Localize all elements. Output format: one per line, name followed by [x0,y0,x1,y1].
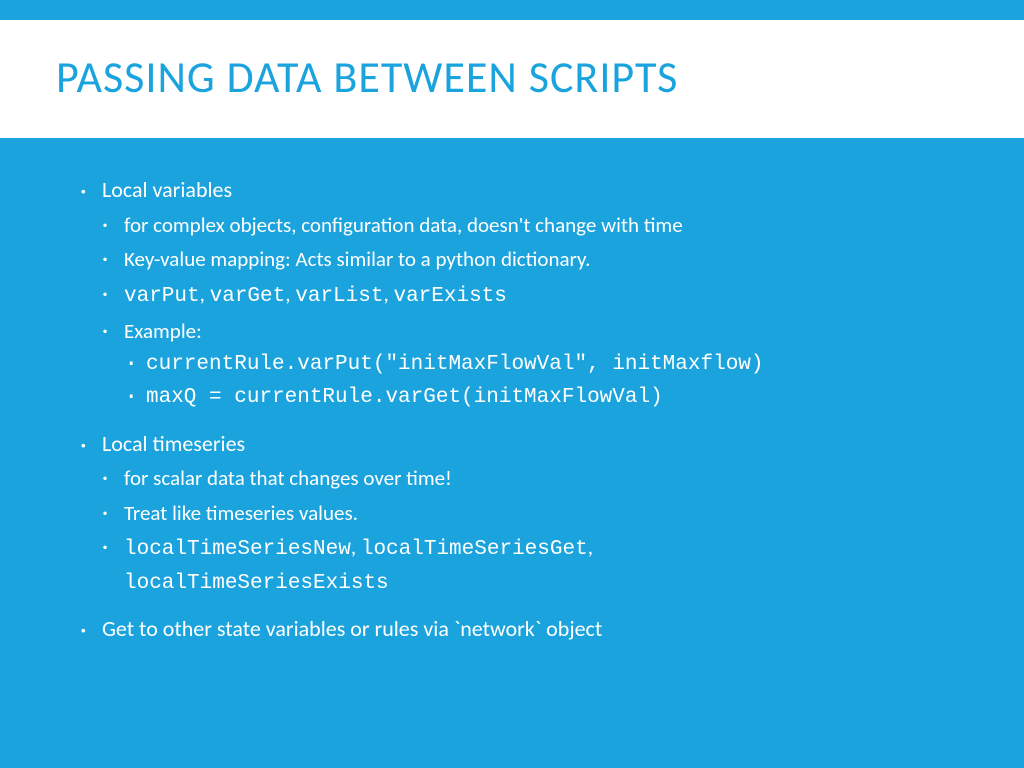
sub-list: for scalar data that changes over time! … [102,463,964,599]
sub-list: for complex objects, configuration data,… [102,210,964,414]
sub-bullet-example: Example: currentRule.varPut("initMaxFlow… [102,316,964,413]
code-token: varExists [393,285,506,308]
bullet-list: Local variables for complex objects, con… [80,174,964,645]
code-token: varList [295,285,383,308]
bullet-text: Local variables [102,176,232,203]
bullet-text: Local timeseries [102,430,245,457]
example-list: currentRule.varPut("initMaxFlowVal", ini… [124,350,964,414]
sub-bullet: Key-value mapping: Acts similar to a pyt… [102,244,964,274]
slide-title: PASSING DATA BETWEEN SCRIPTS [56,50,1004,104]
code-token: varGet [210,285,286,308]
bullet-network-object: Get to other state variables or rules vi… [80,613,964,645]
sub-bullet: Treat like timeseries values. [102,498,964,528]
code-token: localTimeSeriesExists [124,572,389,595]
sub-bullet: for complex objects, configuration data,… [102,210,964,240]
code-line: currentRule.varPut("initMaxFlowVal", ini… [124,350,964,380]
code-token: localTimeSeriesGet [361,538,588,561]
code-token: localTimeSeriesNew [124,538,351,561]
separator: , [383,281,393,307]
bullet-local-variables: Local variables for complex objects, con… [80,174,964,414]
separator: , [285,281,295,307]
separator: , [200,281,210,307]
bullet-text: Example: [124,318,202,344]
separator: , [588,534,593,560]
top-accent-strip [0,0,1024,20]
code-line: maxQ = currentRule.varGet(initMaxFlowVal… [124,383,964,413]
separator: , [351,534,361,560]
title-band: PASSING DATA BETWEEN SCRIPTS [0,20,1024,138]
code-token: varPut [124,285,200,308]
sub-bullet-code: varPut, varGet, varList, varExists [102,279,964,312]
slide-content: Local variables for complex objects, con… [0,138,1024,645]
sub-bullet: for scalar data that changes over time! [102,463,964,493]
sub-bullet-code: localTimeSeriesNew, localTimeSeriesGet, … [102,532,964,599]
bullet-local-timeseries: Local timeseries for scalar data that ch… [80,428,964,600]
